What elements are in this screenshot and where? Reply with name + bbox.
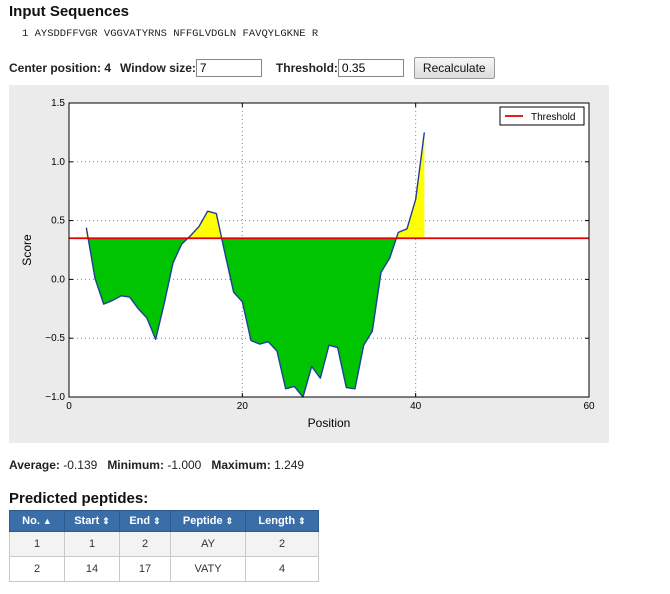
y-tick-label: −1.0 xyxy=(45,392,65,403)
maximum-label: Maximum: xyxy=(211,458,271,472)
column-header-start[interactable]: Start ⇕ xyxy=(64,510,120,532)
cell-length: 4 xyxy=(245,556,319,582)
x-axis-label: Position xyxy=(308,416,351,430)
predicted-peptides-title: Predicted peptides: xyxy=(9,490,149,507)
cell-end: 17 xyxy=(119,556,171,582)
sort-icon: ▲︎ xyxy=(42,516,52,526)
y-axis-label: Score xyxy=(20,234,34,266)
table-header-row: No. ▲︎ Start ⇕ End ⇕ Peptide ⇕ Length ⇕ xyxy=(9,510,319,532)
cell-no: 2 xyxy=(9,556,65,582)
average-label: Average: xyxy=(9,458,60,472)
cell-peptide: VATY xyxy=(170,556,246,582)
cell-peptide: AY xyxy=(170,531,246,557)
x-tick-label: 40 xyxy=(410,401,422,412)
column-header-no[interactable]: No. ▲︎ xyxy=(9,510,65,532)
legend-label: Threshold xyxy=(531,112,575,123)
column-header-length[interactable]: Length ⇕ xyxy=(245,510,319,532)
cell-start: 14 xyxy=(64,556,120,582)
window-size-label: Window size: xyxy=(120,61,196,75)
recalculate-button[interactable]: Recalculate xyxy=(413,57,495,79)
table-row: 1 1 2 AY 2 xyxy=(9,531,319,557)
sort-icon: ⇕ xyxy=(225,516,234,526)
column-header-peptide[interactable]: Peptide ⇕ xyxy=(170,510,246,532)
score-chart: 0 20 40 60 1.5 1.0 0.5 0.0 −0.5 −1.0 Position Score… xyxy=(20,98,595,430)
cell-no: 1 xyxy=(9,531,65,557)
cell-end: 2 xyxy=(119,531,171,557)
average-value: -0.139 xyxy=(63,458,98,472)
y-tick-label: 1.0 xyxy=(51,157,65,168)
input-sequences-title: Input Sequences xyxy=(9,3,130,20)
x-tick-label: 0 xyxy=(66,401,72,412)
cell-length: 2 xyxy=(245,531,319,557)
y-tick-label: −0.5 xyxy=(45,333,65,344)
sort-icon: ⇕ xyxy=(298,516,306,526)
minimum-value: -1.000 xyxy=(167,458,202,472)
x-tick-label: 60 xyxy=(583,401,595,412)
sequence-line: 1 AYSDDFFVGR VGGVATYRNS NFFGLVDGLN FAVQY… xyxy=(22,28,319,40)
threshold-label: Threshold: xyxy=(275,61,338,75)
y-tick-label: 1.5 xyxy=(51,98,65,109)
sort-icon: ⇕ xyxy=(102,516,110,526)
y-tick-label: 0.5 xyxy=(51,216,65,227)
table-row: 2 14 17 VATY 4 xyxy=(9,556,319,582)
y-tick-label: 0.0 xyxy=(51,274,65,285)
column-header-end[interactable]: End ⇕ xyxy=(119,510,171,532)
maximum-value: 1.249 xyxy=(274,458,305,472)
sort-icon: ⇕ xyxy=(153,516,161,526)
x-tick-label: 20 xyxy=(237,401,249,412)
window-size-input[interactable] xyxy=(195,59,262,77)
minimum-label: Minimum: xyxy=(107,458,164,472)
controls-bar: Center position: 4 Window size: Threshol… xyxy=(9,57,495,79)
threshold-input[interactable] xyxy=(337,59,404,77)
cell-start: 1 xyxy=(64,531,120,557)
stats-line: Average: -0.139 Minimum: -1.000 Maximum:… xyxy=(9,458,304,472)
peptides-table: No. ▲︎ Start ⇕ End ⇕ Peptide ⇕ Length ⇕ 1 1 2… xyxy=(9,510,319,582)
center-position-label: Center position: 4 xyxy=(9,61,112,75)
